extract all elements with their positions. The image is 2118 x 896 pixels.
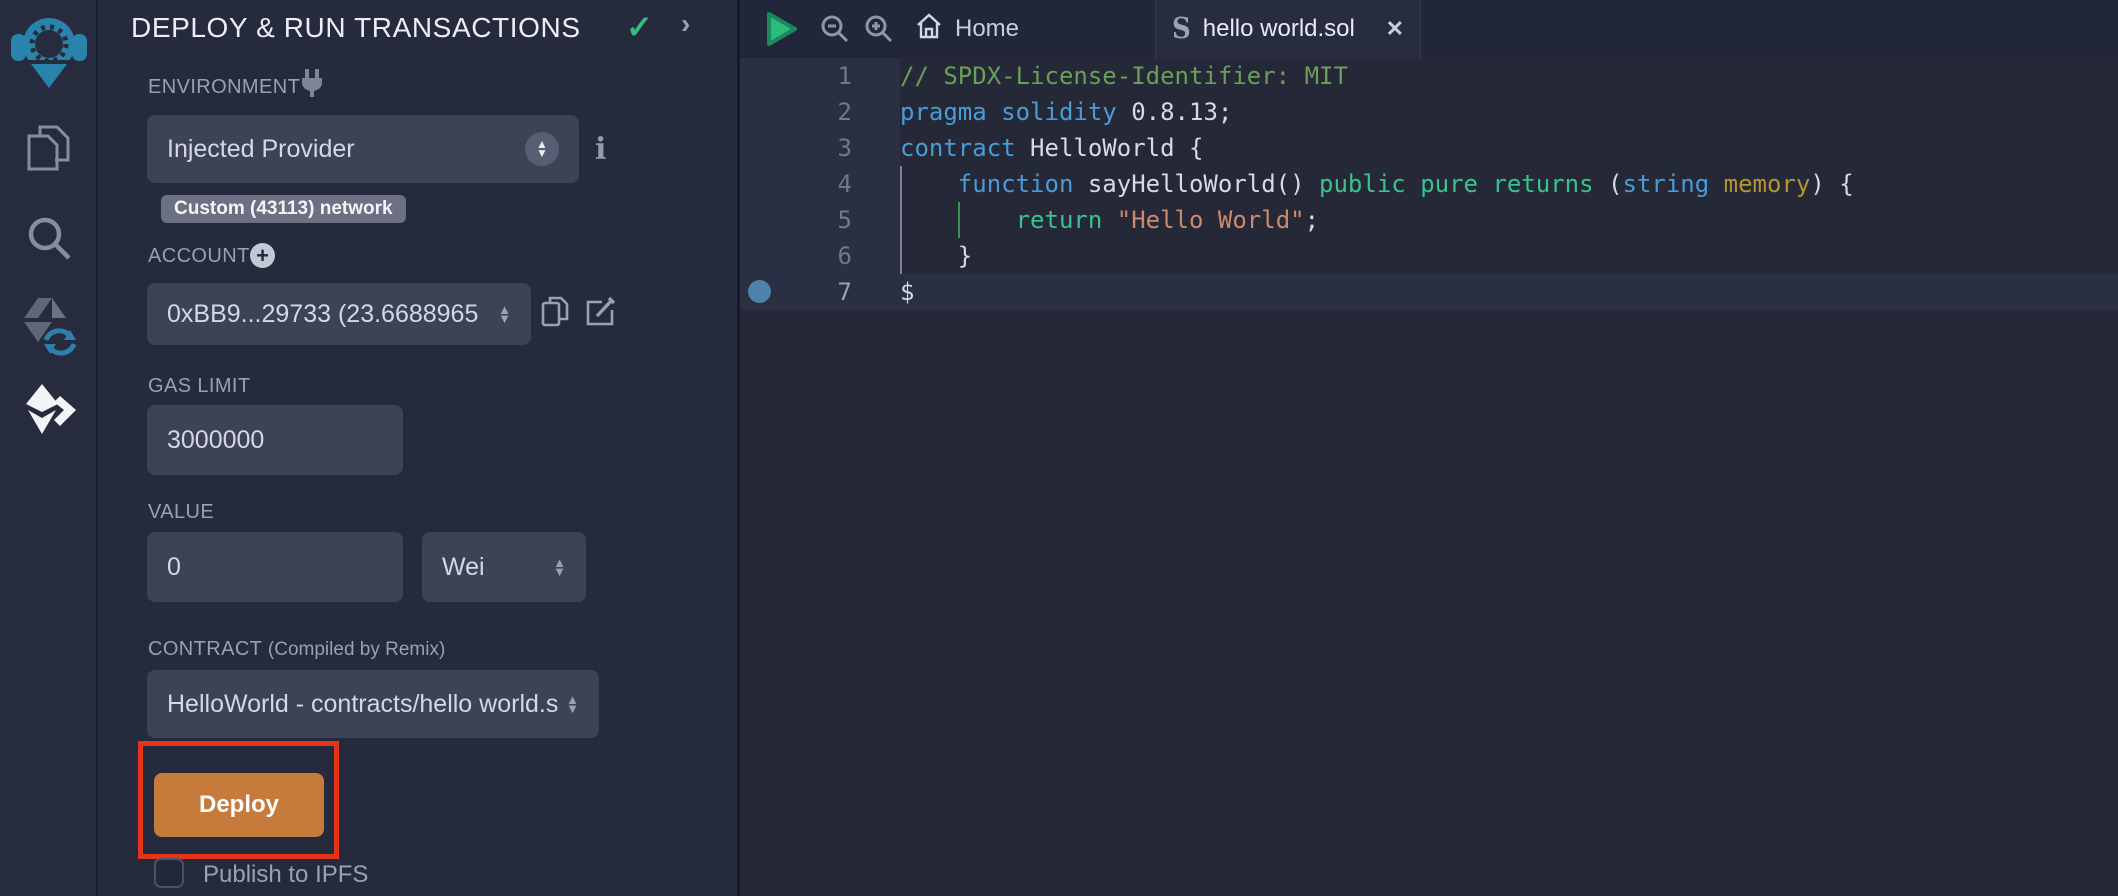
deploy-run-panel: DEPLOY & RUN TRANSACTIONS ✓ › ENVIRONMEN… <box>98 0 740 896</box>
code-token: sayHelloWorld() <box>1073 170 1319 198</box>
info-icon[interactable]: i <box>595 132 606 167</box>
value-unit-select[interactable]: Wei ▲▼ <box>422 532 586 602</box>
code-token: string <box>1623 170 1710 198</box>
code-token: pragma <box>900 98 987 126</box>
code-token <box>900 170 958 198</box>
code-line[interactable]: contract HelloWorld { <box>900 130 2118 166</box>
panel-title: DEPLOY & RUN TRANSACTIONS <box>131 12 581 44</box>
code-token <box>1478 170 1492 198</box>
home-icon <box>915 12 943 47</box>
line-number[interactable]: 1 <box>740 58 852 94</box>
code-token: HelloWorld { <box>1016 134 1204 162</box>
code-token: solidity <box>1001 98 1117 126</box>
updown-spinner-icon: ▲▼ <box>566 695 579 713</box>
updown-circle-icon: ▲▼ <box>525 132 559 166</box>
code-token: function <box>958 170 1074 198</box>
line-number[interactable]: 4 <box>740 166 852 202</box>
line-number[interactable]: 7 <box>740 274 852 310</box>
value-amount: 0 <box>167 553 383 582</box>
contract-select[interactable]: HelloWorld - contracts/hello world.sol ▲… <box>147 670 599 738</box>
account-value: 0xBB9...29733 (23.6688965 <box>167 300 490 329</box>
code-token: pure <box>1420 170 1478 198</box>
contract-label: CONTRACT (Compiled by Remix) <box>148 638 445 661</box>
code-line[interactable]: $ <box>900 274 2118 310</box>
code-token <box>1709 170 1723 198</box>
code-editor: Home S hello world.sol ✕ 1234567 // SPDX… <box>740 0 2118 896</box>
remix-logo-icon[interactable] <box>0 6 97 90</box>
code-line[interactable]: function sayHelloWorld() public pure ret… <box>900 166 2118 202</box>
icon-rail <box>0 0 97 896</box>
environment-select[interactable]: Injected Provider ▲▼ <box>147 115 579 183</box>
code-token <box>987 98 1001 126</box>
contract-sublabel: (Compiled by Remix) <box>268 639 445 660</box>
zoom-out-icon[interactable] <box>820 14 850 44</box>
search-icon[interactable] <box>0 212 97 264</box>
edit-icon[interactable] <box>584 296 616 333</box>
code-line[interactable]: return "Hello World"; <box>900 202 2118 238</box>
line-number[interactable]: 6 <box>740 238 852 274</box>
code-token: ( <box>1594 170 1623 198</box>
code-token: } <box>900 242 972 270</box>
deploy-run-icon[interactable] <box>0 382 97 440</box>
code-content[interactable]: // SPDX-License-Identifier: MIT pragma so… <box>900 58 2118 310</box>
gas-limit-label: GAS LIMIT <box>148 375 251 398</box>
plus-circle-icon[interactable]: + <box>250 243 275 268</box>
environment-label: ENVIRONMENT <box>148 76 300 99</box>
deploy-button[interactable]: Deploy <box>154 773 324 837</box>
code-line[interactable]: } <box>900 238 2118 274</box>
code-token: ) { <box>1810 170 1853 198</box>
close-icon[interactable]: ✕ <box>1386 16 1404 42</box>
code-token: memory <box>1724 170 1811 198</box>
value-unit: Wei <box>442 553 545 582</box>
gas-limit-input[interactable]: 3000000 <box>147 405 403 475</box>
code-token <box>900 206 1016 234</box>
code-token: // SPDX-License-Identifier: MIT <box>900 62 1348 90</box>
network-badge: Custom (43113) network <box>161 195 406 223</box>
tab-hello-world-sol[interactable]: S hello world.sol ✕ <box>1155 0 1421 58</box>
updown-spinner-icon: ▲▼ <box>498 305 511 323</box>
solidity-file-icon: S <box>1172 13 1191 46</box>
tab-file-label: hello world.sol <box>1203 15 1374 43</box>
code-token: 0.8.13; <box>1117 98 1233 126</box>
editor-tabbar: Home S hello world.sol ✕ <box>740 0 2118 58</box>
line-number-gutter[interactable]: 1234567 <box>740 58 852 310</box>
editor-body[interactable]: 1234567 // SPDX-License-Identifier: MIT p… <box>740 58 2118 896</box>
updown-spinner-icon: ▲▼ <box>553 558 566 576</box>
plug-icon <box>298 68 326 103</box>
account-label: ACCOUNT <box>148 245 250 268</box>
run-script-icon[interactable] <box>764 11 798 47</box>
file-explorer-icon[interactable] <box>0 122 97 174</box>
tab-home[interactable]: Home <box>905 0 1029 58</box>
copy-icon[interactable] <box>540 295 570 334</box>
code-token: public <box>1319 170 1406 198</box>
code-line[interactable]: // SPDX-License-Identifier: MIT <box>900 58 2118 94</box>
gas-limit-value: 3000000 <box>167 426 383 455</box>
publish-ipfs-label: Publish to IPFS <box>203 861 368 889</box>
code-line[interactable]: pragma solidity 0.8.13; <box>900 94 2118 130</box>
code-token: returns <box>1492 170 1593 198</box>
code-token: contract <box>900 134 1016 162</box>
code-token <box>1102 206 1116 234</box>
tab-home-label: Home <box>955 15 1019 43</box>
value-input[interactable]: 0 <box>147 532 403 602</box>
check-icon: ✓ <box>626 8 653 46</box>
code-token: "Hello World" <box>1117 206 1305 234</box>
line-number[interactable]: 3 <box>740 130 852 166</box>
code-token: $ <box>900 278 914 306</box>
remix-ide-window: DEPLOY & RUN TRANSACTIONS ✓ › ENVIRONMEN… <box>0 0 2118 896</box>
publish-ipfs-checkbox[interactable] <box>154 858 184 888</box>
solidity-compiler-icon[interactable] <box>0 296 97 356</box>
chevron-right-icon[interactable]: › <box>681 8 690 40</box>
contract-value: HelloWorld - contracts/hello world.sol <box>167 690 558 719</box>
code-token <box>1406 170 1420 198</box>
value-label: VALUE <box>148 501 214 524</box>
code-token: return <box>1016 206 1103 234</box>
account-select[interactable]: 0xBB9...29733 (23.6688965 ▲▼ <box>147 283 531 345</box>
code-token: ; <box>1305 206 1319 234</box>
environment-value: Injected Provider <box>167 135 525 164</box>
line-number[interactable]: 2 <box>740 94 852 130</box>
line-number[interactable]: 5 <box>740 202 852 238</box>
zoom-in-icon[interactable] <box>864 14 894 44</box>
